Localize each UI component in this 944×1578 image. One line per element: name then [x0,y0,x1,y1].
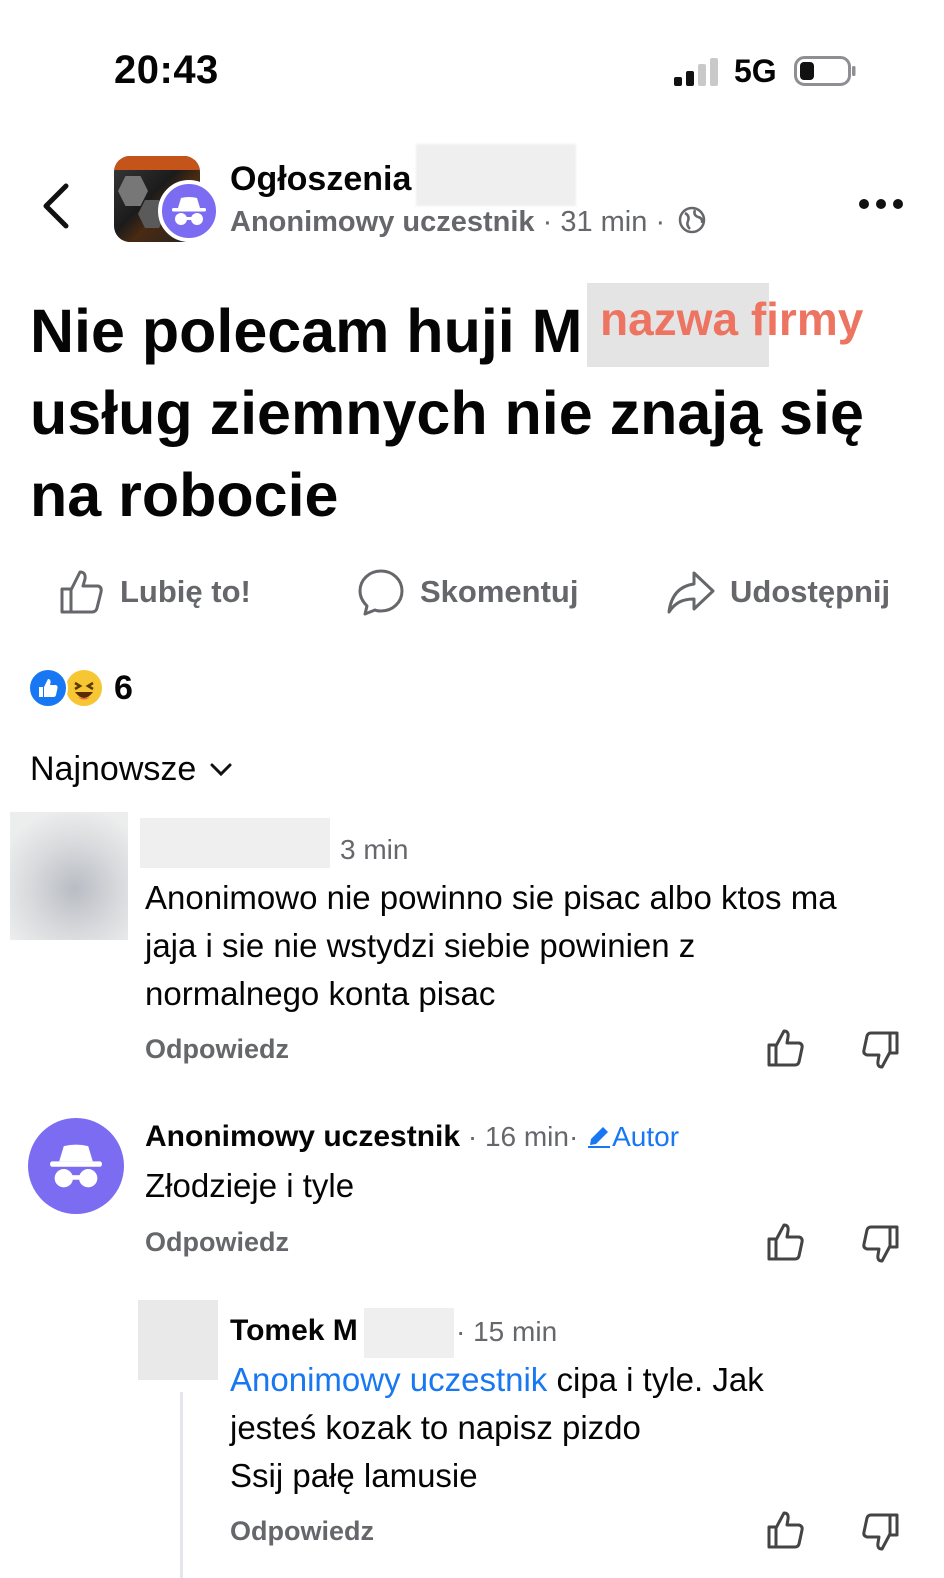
haha-reaction-icon [64,668,104,708]
reply-button[interactable]: Odpowiedz [145,1227,289,1258]
more-options-icon[interactable] [856,192,906,216]
comment-time: · 15 min [456,1316,558,1347]
post-meta: Anonimowy uczestnik · 31 min · [230,205,707,239]
mention-link[interactable]: Anonimowy uczestnik [230,1361,547,1398]
comment-time[interactable]: 16 min [485,1121,569,1152]
comment-time-text[interactable]: 15 min [473,1316,557,1347]
comment-text-line: jaja i sie nie wstydzi siebie powinien z [145,927,696,964]
thumbs-down-icon[interactable] [860,1030,900,1070]
reply-button[interactable]: Odpowiedz [145,1034,289,1065]
reactions-summary[interactable]: 6 [28,666,133,710]
thumbs-down-icon[interactable] [860,1512,900,1552]
like-reaction-icon [28,668,68,708]
like-label: Lubię to! [120,574,251,609]
thumbs-up-icon[interactable] [766,1510,806,1550]
comment-text: Złodzieje i tyle [145,1167,355,1204]
thumbs-up-icon [60,570,103,614]
commenter-avatar[interactable] [138,1300,218,1380]
share-label: Udostępnij [730,574,891,609]
group-name[interactable]: Ogłoszenia [230,160,411,199]
commenter-name: Anonimowy uczestnik · 16 min· Autor [145,1120,680,1153]
comment-text-line: Anonimowo nie powinno sie pisac albo kto… [145,879,837,916]
thumbs-down-icon[interactable] [860,1224,900,1264]
commenter-name-text[interactable]: Anonimowy uczestnik [145,1120,460,1153]
post-time[interactable]: 31 min [560,206,647,238]
comment-text: Anonimowo nie powinno sie pisac albo kto… [145,874,925,1018]
commenter-name-text[interactable]: Tomek M [230,1314,358,1347]
like-button[interactable]: Lubię to! [58,566,251,618]
comment-text-line: Ssij pałę lamusie [230,1457,478,1494]
comment-text-line: jesteś kozak to napisz pizdo [230,1409,641,1446]
chevron-down-icon [210,763,232,776]
battery-icon [794,56,856,86]
comment-bubble-icon [358,569,404,616]
post-author[interactable]: Anonimowy uczestnik [230,206,535,238]
comment-text: Anonimowy uczestnik cipa i tyle. Jak jes… [230,1356,910,1500]
comment-button[interactable]: Skomentuj [356,566,578,618]
anonymous-avatar-icon [158,180,220,242]
reply-button[interactable]: Odpowiedz [230,1516,374,1547]
thumbs-up-icon[interactable] [766,1028,806,1068]
share-arrow-icon [667,571,715,614]
sort-label: Najnowsze [30,750,197,788]
pencil-icon [588,1127,611,1148]
anonymous-avatar-icon[interactable] [28,1118,124,1214]
comment-label: Skomentuj [420,574,579,609]
redacted-commenter-surname [364,1308,454,1358]
thumbs-up-icon[interactable] [766,1222,806,1262]
thread-line [180,1392,183,1578]
sort-comments-dropdown[interactable]: Najnowsze [30,750,232,789]
comment-time[interactable]: 3 min [340,834,408,866]
commenter-avatar[interactable] [10,812,128,940]
comment-text-rest: cipa i tyle. Jak [547,1361,764,1398]
commenter-name: Tomek M [230,1314,358,1348]
share-button[interactable]: Udostępnij [666,566,890,618]
post-text-line: na robocie [30,461,339,529]
back-arrow-icon[interactable] [40,182,74,230]
status-time: 20:43 [114,48,219,92]
signal-strength-icon [674,58,718,86]
author-badge: Autor [612,1121,680,1152]
redacted-commenter-name [140,818,330,868]
globe-icon [678,206,706,234]
post-text-line: usług ziemnych nie znają się [30,379,864,447]
redaction-watermark: nazwa firmy [600,293,864,345]
redacted-group-name [416,144,576,206]
reaction-count: 6 [114,668,133,707]
comment-text-line: normalnego konta pisac [145,975,496,1012]
network-type: 5G [734,53,777,89]
